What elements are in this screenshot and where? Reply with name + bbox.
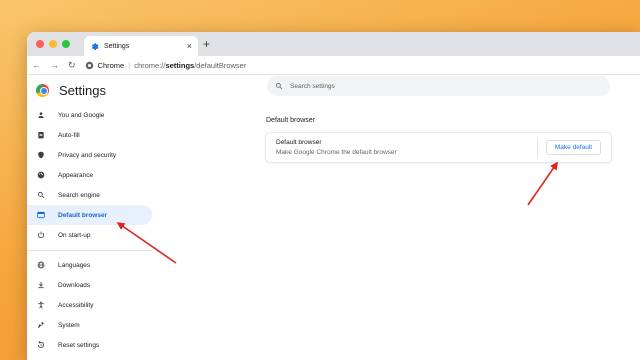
omnibox-separator: | (128, 60, 131, 70)
window-controls (36, 40, 70, 48)
sidebar-item-downloads[interactable]: Downloads (27, 275, 152, 295)
reset-icon (37, 341, 45, 349)
minimize-window-button[interactable] (49, 40, 57, 48)
sidebar-item-languages[interactable]: Languages (27, 255, 152, 275)
maximize-window-button[interactable] (62, 40, 70, 48)
sidebar-item-search-engine[interactable]: Search engine (27, 185, 152, 205)
globe-icon (37, 261, 45, 269)
gear-icon (91, 42, 99, 50)
browser-window: Settings × + ← → ↻ Chrome | chrome://set… (27, 32, 640, 360)
sidebar-item-label: System (58, 321, 80, 329)
page-title: Settings (59, 82, 106, 98)
sidebar-item-system[interactable]: System (27, 315, 152, 335)
url-suffix: /defaultBrowser (194, 60, 247, 70)
card-title: Default browser (276, 139, 322, 146)
sidebar-item-privacy[interactable]: Privacy and security (27, 145, 152, 165)
toolbar: ← → ↻ Chrome | chrome://settings/default… (27, 56, 640, 75)
settings-main: Default browser Default browser Make Goo… (266, 105, 611, 162)
url-bold: settings (165, 60, 195, 70)
tab-title: Settings (104, 42, 130, 50)
search-icon (37, 191, 45, 199)
browser-icon (37, 211, 45, 219)
wrench-icon (37, 321, 45, 329)
sidebar-item-reset-settings[interactable]: Reset settings (27, 335, 152, 355)
sidebar-item-label: Appearance (58, 171, 94, 179)
forward-button[interactable]: → (50, 60, 59, 70)
sidebar-item-label: Languages (58, 261, 91, 269)
sidebar-item-label: On start-up (58, 231, 91, 239)
sidebar-item-label: Privacy and security (58, 151, 117, 159)
chrome-logo-icon (36, 83, 49, 97)
sidebar-item-label: Default browser (58, 211, 108, 219)
sidebar-item-appearance[interactable]: Appearance (27, 165, 152, 185)
url-prefix: chrome:// (134, 60, 166, 70)
reload-button[interactable]: ↻ (68, 60, 76, 71)
url-text: chrome://settings/defaultBrowser (134, 61, 246, 70)
sidebar-item-on-startup[interactable]: On start-up (27, 225, 152, 245)
default-browser-card: Default browser Make Google Chrome the d… (266, 133, 611, 162)
settings-sidebar: You and Google Auto-fill Privacy and sec… (27, 105, 152, 355)
sidebar-item-default-browser[interactable]: Default browser (27, 205, 152, 225)
new-tab-button[interactable]: + (203, 37, 210, 51)
sidebar-item-label: Search engine (58, 191, 100, 199)
settings-page: Settings Search settings You and Google … (27, 75, 640, 360)
sidebar-item-label: Downloads (58, 281, 91, 289)
accessibility-icon (37, 301, 45, 309)
sidebar-item-you-and-google[interactable]: You and Google (27, 105, 152, 125)
search-input[interactable]: Search settings (267, 76, 610, 96)
person-icon (37, 111, 45, 119)
power-icon (37, 231, 45, 239)
download-icon (37, 281, 45, 289)
chrome-site-icon (85, 61, 93, 69)
sidebar-divider (27, 250, 152, 251)
search-icon (275, 82, 283, 90)
sidebar-item-autofill[interactable]: Auto-fill (27, 125, 152, 145)
shield-icon (37, 151, 45, 159)
settings-header: Settings Search settings (27, 75, 640, 105)
sidebar-item-label: You and Google (58, 111, 105, 119)
tab-close-icon[interactable]: × (187, 41, 192, 51)
address-bar[interactable]: Chrome | chrome://settings/defaultBrowse… (85, 60, 246, 70)
close-window-button[interactable] (36, 40, 44, 48)
card-description: Make Google Chrome the default browser (276, 149, 397, 156)
search-placeholder: Search settings (290, 82, 335, 90)
sidebar-item-label: Accessibility (58, 301, 94, 309)
sidebar-item-label: Auto-fill (58, 131, 80, 139)
tab-strip: Settings × + (27, 32, 640, 56)
back-button[interactable]: ← (32, 60, 41, 70)
sidebar-item-label: Reset settings (58, 341, 100, 349)
clipboard-icon (37, 131, 45, 139)
tab-settings[interactable]: Settings × (84, 36, 198, 56)
make-default-button[interactable]: Make default (546, 140, 601, 155)
site-label: Chrome (97, 60, 125, 70)
sidebar-item-accessibility[interactable]: Accessibility (27, 295, 152, 315)
section-title: Default browser (266, 117, 316, 124)
card-separator (537, 137, 538, 158)
card-text: Default browser Make Google Chrome the d… (276, 139, 537, 156)
palette-icon (37, 171, 45, 179)
